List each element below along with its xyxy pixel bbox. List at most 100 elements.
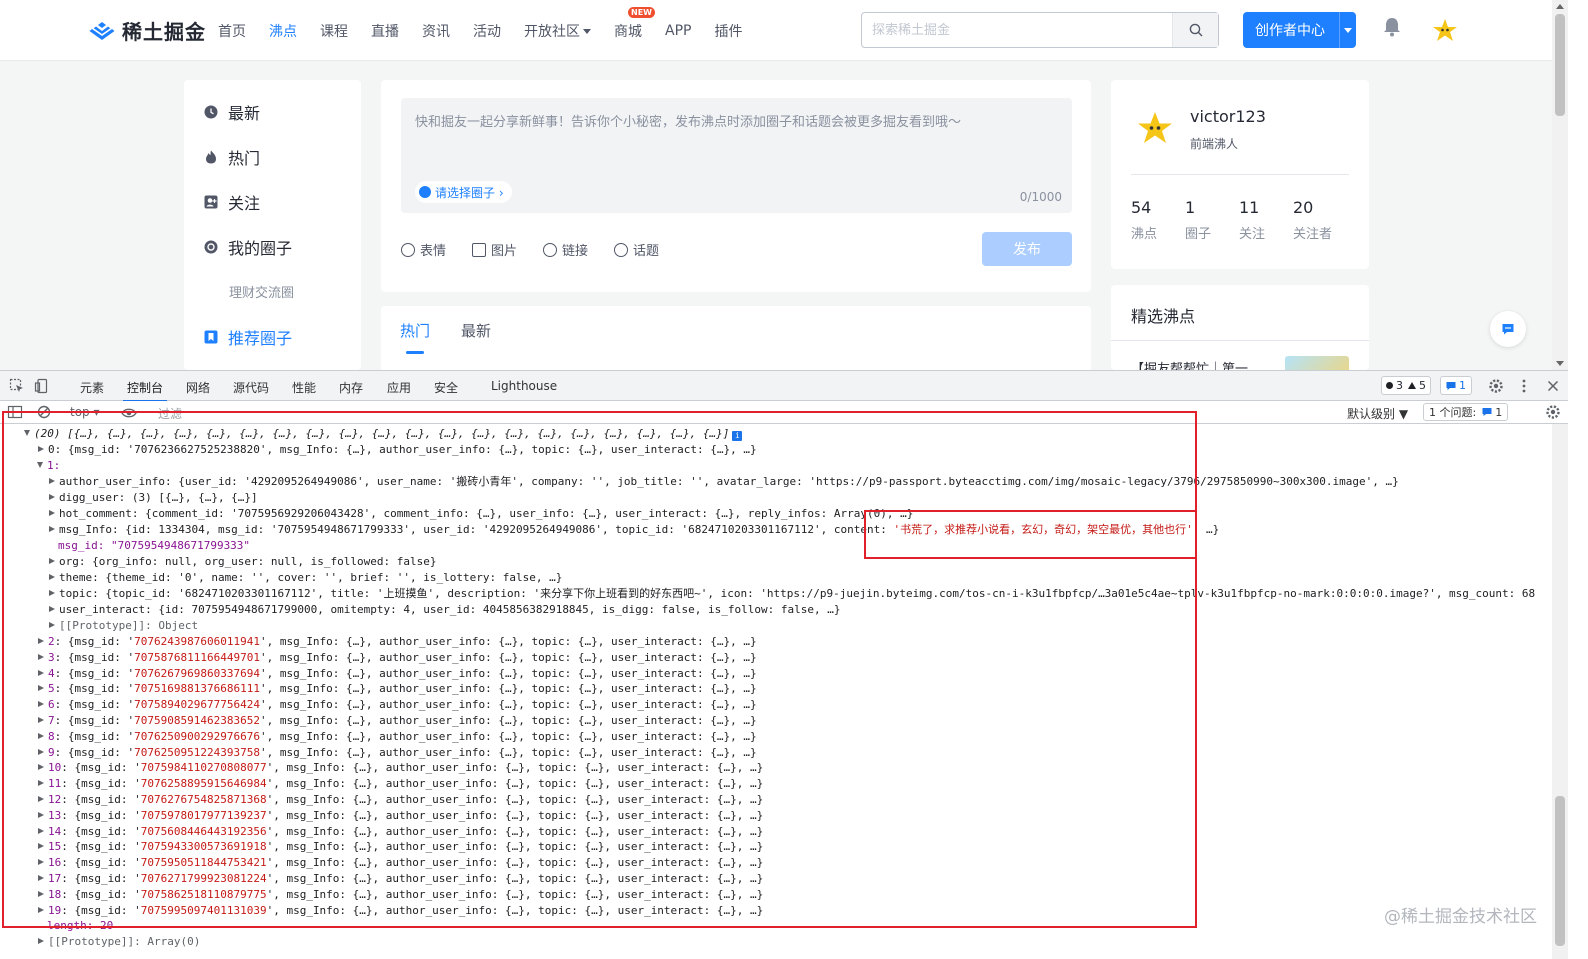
log-level-selector[interactable]: 默认级别 ▼ <box>1347 405 1408 422</box>
console-array-item[interactable]: 9: {msg_id: '7076250951224393758', msg_I… <box>37 745 757 761</box>
profile-avatar[interactable] <box>1133 106 1177 150</box>
console-prop[interactable]: digg_user: (3) [{…}, {…}, {…}] <box>48 490 258 506</box>
console-array-item[interactable]: 19: {msg_id: '7075995097401131039', msg_… <box>37 903 763 919</box>
console-array-item[interactable]: 11: {msg_id: '7076258895915646984', msg_… <box>37 776 763 792</box>
console-settings-gear-icon[interactable] <box>1545 404 1561 420</box>
console-array-item[interactable]: 13: {msg_id: '7075978017977139237', msg_… <box>37 808 763 824</box>
nav-open-community[interactable]: 开放社区 <box>524 21 591 41</box>
topic-button[interactable]: 话题 <box>614 240 659 259</box>
stat-followers[interactable]: 20 关注者 <box>1293 198 1332 242</box>
nav-courses[interactable]: 课程 <box>320 21 348 41</box>
sidebar-item-recommend[interactable]: 推荐圈子 <box>204 325 292 349</box>
search-button[interactable] <box>1172 13 1218 47</box>
creator-center-button[interactable]: 创作者中心 <box>1243 12 1356 48</box>
console-array-item[interactable]: 2: {msg_id: '7076243987606011941', msg_I… <box>37 634 757 650</box>
console-array-item[interactable]: 8: {msg_id: '7076250900292976676', msg_I… <box>37 729 757 745</box>
devtools-tab-memory[interactable]: 内存 <box>339 379 363 396</box>
console-filter-input[interactable]: 过滤 <box>158 405 182 422</box>
devtools-tab-console[interactable]: 控制台 <box>122 379 168 402</box>
stat-following[interactable]: 11 关注 <box>1239 198 1265 242</box>
sidebar-item-my-circles[interactable]: 我的圈子 <box>204 235 292 259</box>
sidebar-subitem-finance[interactable]: 理财交流圈 <box>229 282 294 301</box>
image-button[interactable]: 图片 <box>472 240 517 259</box>
context-selector[interactable]: top ▾ <box>70 405 100 419</box>
console-array-item[interactable]: 4: {msg_id: '7076267969860337694', msg_I… <box>37 666 757 682</box>
featured-thumbnail[interactable] <box>1285 356 1349 370</box>
console-array-item[interactable]: 5: {msg_id: '7075169881376686111', msg_I… <box>37 681 757 697</box>
scroll-up-icon[interactable] <box>1556 4 1564 9</box>
nav-mall[interactable]: 商城 NEW <box>614 6 655 41</box>
devtools-tab-performance[interactable]: 性能 <box>292 379 316 396</box>
nav-home[interactable]: 首页 <box>218 21 246 41</box>
nav-pins[interactable]: 沸点 <box>269 21 297 41</box>
inspect-element-icon[interactable] <box>9 378 25 394</box>
console-array-item[interactable]: 12: {msg_id: '7076276754825871368', msg_… <box>37 792 763 808</box>
bell-icon[interactable] <box>1383 17 1401 37</box>
console-scrollbar[interactable] <box>1552 424 1568 959</box>
console-prototype-array[interactable]: [[Prototype]]: Array(0) <box>37 934 200 950</box>
console-array-item[interactable]: 18: {msg_id: '7075862518110879775', msg_… <box>37 887 763 903</box>
nav-live[interactable]: 直播 <box>371 21 399 41</box>
console-prop[interactable]: author_user_info: {user_id: '42920952649… <box>48 474 1399 490</box>
scroll-thumb[interactable] <box>1555 14 1565 116</box>
console-prop[interactable]: [[Prototype]]: Object <box>48 618 198 634</box>
user-avatar[interactable] <box>1430 15 1460 45</box>
close-icon[interactable] <box>1545 378 1561 394</box>
pin-textarea[interactable]: 快和掘友一起分享新鲜事！告诉你个小秘密，发布沸点时添加圈子和话题会被更多掘友看到… <box>401 98 1072 213</box>
eye-icon[interactable] <box>121 405 137 421</box>
issues-button[interactable]: 1 个问题: 1 <box>1423 403 1509 421</box>
console-prop[interactable]: theme: {theme_id: '0', name: '', cover: … <box>48 570 562 586</box>
console-array-item[interactable]: 6: {msg_id: '7075894029677756424', msg_I… <box>37 697 757 713</box>
publish-button[interactable]: 发布 <box>982 232 1072 266</box>
console-array-item[interactable]: 17: {msg_id: '7076271799923081224', msg_… <box>37 871 763 887</box>
devtools-tab-lighthouse[interactable]: Lighthouse <box>491 379 557 393</box>
tab-hot[interactable]: 热门 <box>400 320 430 354</box>
devtools-tab-elements[interactable]: 元素 <box>80 379 104 396</box>
tab-latest[interactable]: 最新 <box>461 320 491 341</box>
console-array-item[interactable]: 10: {msg_id: '7075984110270808077', msg_… <box>37 760 763 776</box>
featured-item[interactable]: 【掘友帮帮忙｜第一 <box>1131 358 1248 370</box>
page-scrollbar[interactable] <box>1552 0 1568 370</box>
scroll-thumb[interactable] <box>1555 796 1565 946</box>
settings-gear-icon[interactable] <box>1488 378 1504 394</box>
stat-circles[interactable]: 1 圈子 <box>1185 198 1211 242</box>
console-prop[interactable]: hot_comment: {comment_id: '7075956929206… <box>48 506 913 522</box>
error-warning-counter[interactable]: 3 5 <box>1381 376 1431 395</box>
stat-pins[interactable]: 54 沸点 <box>1131 198 1157 242</box>
sidebar-toggle-icon[interactable] <box>7 404 23 420</box>
sidebar-item-hot[interactable]: 热门 <box>204 145 260 169</box>
nav-events[interactable]: 活动 <box>473 21 501 41</box>
nav-plugins[interactable]: 插件 <box>714 21 742 41</box>
issues-counter[interactable]: 1 <box>1440 376 1472 395</box>
select-circle-button[interactable]: 请选择圈子 › <box>415 181 512 203</box>
console-array-item[interactable]: 0: {msg_id: '7076236627525238820', msg_I… <box>37 442 757 458</box>
feedback-button[interactable] <box>1490 311 1526 347</box>
device-toolbar-icon[interactable] <box>34 378 50 394</box>
devtools-tab-network[interactable]: 网络 <box>186 379 210 396</box>
console-array-item[interactable]: 7: {msg_id: '7075908591462383652', msg_I… <box>37 713 757 729</box>
devtools-tab-application[interactable]: 应用 <box>387 379 411 396</box>
devtools-tab-security[interactable]: 安全 <box>434 379 458 396</box>
sidebar-item-latest[interactable]: 最新 <box>204 100 260 124</box>
console-prop[interactable]: topic: {topic_id: '6824710203301167112',… <box>48 586 1535 602</box>
scroll-down-icon[interactable] <box>1556 361 1564 366</box>
console-prop[interactable]: org: {org_info: null, org_user: null, is… <box>48 554 437 570</box>
creator-dropdown-button[interactable] <box>1339 12 1356 48</box>
nav-news[interactable]: 资讯 <box>422 21 450 41</box>
console-array-item-expanded[interactable]: 1: <box>37 458 60 474</box>
sidebar-item-following[interactable]: 关注 <box>204 190 260 214</box>
console-array-item[interactable]: 16: {msg_id: '7075950511844753421', msg_… <box>37 855 763 871</box>
clear-console-icon[interactable] <box>36 404 52 420</box>
logo[interactable]: 稀土掘金 <box>88 16 206 45</box>
emoji-button[interactable]: 表情 <box>401 240 446 259</box>
profile-username[interactable]: victor123 <box>1190 107 1266 126</box>
search-input[interactable] <box>872 21 1162 39</box>
nav-app[interactable]: APP <box>665 23 691 39</box>
link-button[interactable]: 链接 <box>543 240 588 259</box>
more-options-icon[interactable] <box>1516 378 1532 394</box>
console-prop-msg-info[interactable]: msg_Info: {id: 1334304, msg_id: '7075954… <box>48 522 1219 538</box>
console-prop[interactable]: user_interact: {id: 7075954948671799000,… <box>48 602 840 618</box>
devtools-tab-sources[interactable]: 源代码 <box>233 379 269 396</box>
console-array-item[interactable]: 14: {msg_id: '7075608446443192356', msg_… <box>37 824 763 840</box>
console-array-item[interactable]: 3: {msg_id: '7075876811166449701', msg_I… <box>37 650 757 666</box>
